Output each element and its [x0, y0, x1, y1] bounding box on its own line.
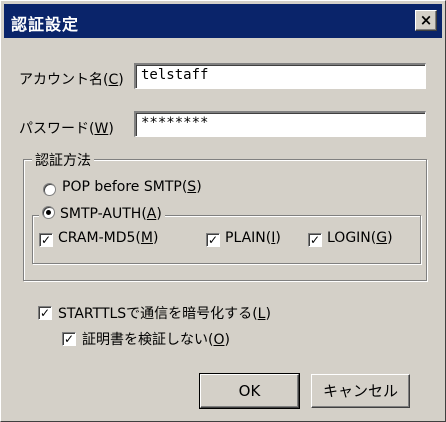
auth-settings-dialog: 認証設定 × アカウント名(C) telstaff パスワード(W) *****… [0, 0, 446, 422]
checkmark-icon: ✓ [39, 306, 51, 320]
smtp-auth-radio[interactable] [42, 206, 55, 219]
pop-before-smtp-radio[interactable] [43, 183, 56, 196]
plain-label[interactable]: PLAIN(I) [225, 230, 281, 246]
account-label: アカウント名(C) [19, 72, 124, 88]
pop-before-smtp-label[interactable]: POP before SMTP(S) [62, 179, 202, 195]
no-verify-label[interactable]: 証明書を検証しない(O) [82, 329, 230, 349]
window-title: 認証設定 [11, 15, 80, 34]
cram-md5-label[interactable]: CRAM-MD5(M) [58, 230, 158, 246]
starttls-label[interactable]: STARTTLSで通信を暗号化する(L) [58, 303, 271, 323]
checkmark-icon: ✓ [63, 332, 75, 346]
cram-md5-checkbox[interactable]: ✓ [39, 233, 53, 247]
password-label: パスワード(W) [19, 121, 114, 137]
smtp-auth-legend: SMTP-AUTH(A) [39, 206, 165, 222]
title-bar[interactable]: 認証設定 × [4, 4, 442, 38]
cancel-button[interactable]: キャンセル [311, 374, 410, 408]
login-label[interactable]: LOGIN(G) [327, 230, 393, 246]
login-checkbox[interactable]: ✓ [308, 233, 322, 247]
checkmark-icon: ✓ [40, 233, 52, 247]
smtp-auth-label[interactable]: SMTP-AUTH(A) [60, 206, 162, 222]
starttls-checkbox[interactable]: ✓ [38, 306, 52, 320]
close-button[interactable]: × [415, 10, 437, 31]
password-input[interactable]: ******** [134, 111, 426, 137]
ok-button[interactable]: OK [199, 373, 300, 409]
account-input[interactable]: telstaff [134, 63, 426, 89]
no-verify-checkbox[interactable]: ✓ [62, 332, 76, 346]
checkmark-icon: ✓ [207, 233, 219, 247]
checkmark-icon: ✓ [309, 233, 321, 247]
close-icon: × [419, 11, 433, 29]
auth-method-legend: 認証方法 [32, 150, 94, 170]
plain-checkbox[interactable]: ✓ [206, 233, 220, 247]
